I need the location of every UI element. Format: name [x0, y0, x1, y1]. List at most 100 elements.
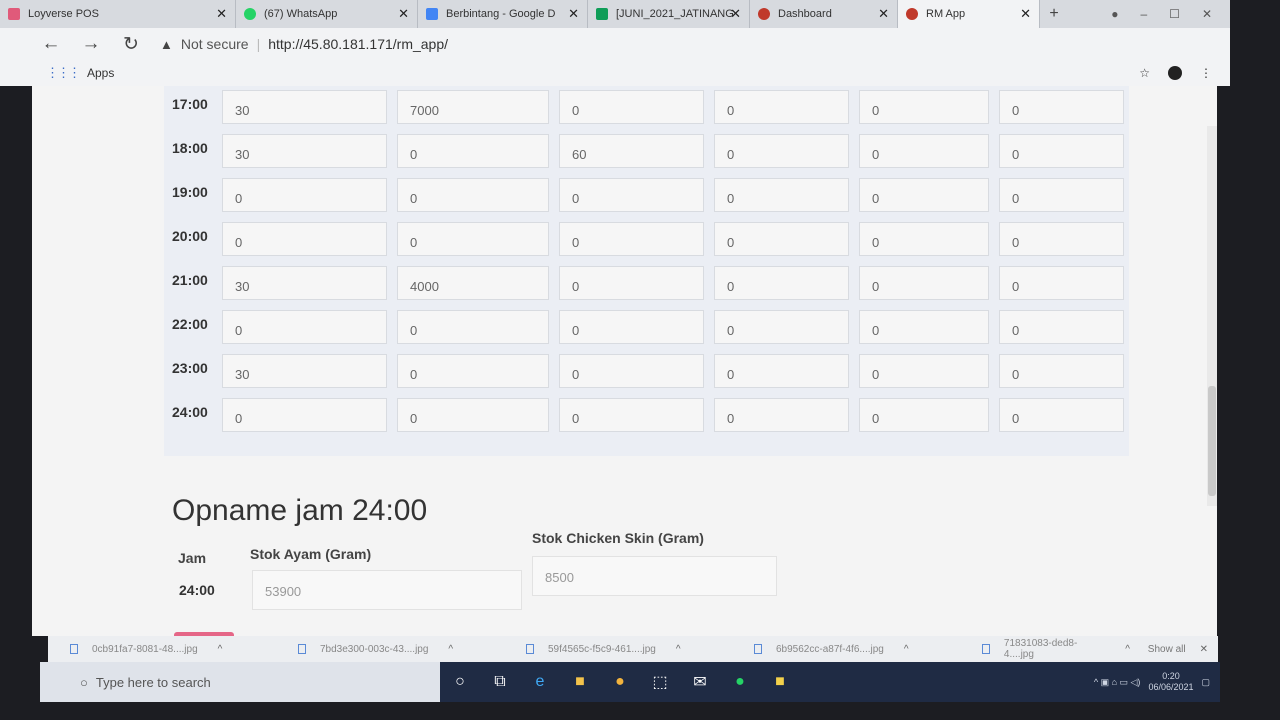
- close-icon[interactable]: ✕: [568, 6, 579, 22]
- file-explorer-icon[interactable]: ■: [560, 662, 600, 702]
- value-input[interactable]: 0: [714, 134, 849, 168]
- value-input[interactable]: 0: [397, 134, 549, 168]
- tab-google-docs[interactable]: Berbintang - Google D ✕: [418, 0, 588, 28]
- value-input[interactable]: 30: [222, 266, 387, 300]
- back-arrow-icon[interactable]: ←: [40, 33, 62, 55]
- show-all-link[interactable]: Show all: [1148, 644, 1200, 655]
- close-icon[interactable]: ✕: [878, 6, 889, 22]
- value-input[interactable]: 0: [999, 90, 1124, 124]
- download-item[interactable]: 59f4565c-f5c9-461....jpg ^: [504, 644, 732, 655]
- apps-grid-icon[interactable]: ⋮⋮⋮: [46, 65, 81, 81]
- chrome-icon[interactable]: ●: [600, 662, 640, 702]
- value-input[interactable]: 0: [859, 90, 989, 124]
- scrollbar[interactable]: [1207, 126, 1217, 506]
- value-input[interactable]: 0: [559, 354, 704, 388]
- scrollbar-thumb[interactable]: [1208, 386, 1216, 496]
- value-input[interactable]: 0: [559, 266, 704, 300]
- download-item[interactable]: 71831083-ded8-4....jpg ^: [960, 638, 1130, 660]
- chevron-up-icon[interactable]: ^: [676, 644, 681, 655]
- download-item[interactable]: 7bd3e300-003c-43....jpg ^: [276, 644, 504, 655]
- profile-indicator-icon[interactable]: ●: [1111, 7, 1118, 21]
- address-bar[interactable]: ▲ Not secure | http://45.80.181.171/rm_a…: [160, 36, 448, 52]
- window-close-icon[interactable]: ✕: [1202, 7, 1212, 21]
- value-input[interactable]: 0: [859, 134, 989, 168]
- forward-arrow-icon[interactable]: →: [80, 33, 102, 55]
- value-input[interactable]: 0: [222, 310, 387, 344]
- value-input[interactable]: 0: [859, 178, 989, 212]
- value-input[interactable]: 0: [859, 354, 989, 388]
- value-input[interactable]: 0: [714, 398, 849, 432]
- value-input[interactable]: 0: [559, 222, 704, 256]
- value-input[interactable]: 0: [222, 178, 387, 212]
- store-icon[interactable]: ⬚: [640, 662, 680, 702]
- value-input[interactable]: 0: [859, 310, 989, 344]
- value-input[interactable]: 30: [222, 90, 387, 124]
- value-input[interactable]: 30: [222, 354, 387, 388]
- value-input[interactable]: 0: [859, 398, 989, 432]
- value-input[interactable]: 0: [222, 398, 387, 432]
- taskbar-search-input[interactable]: ○ Type here to search: [40, 662, 440, 702]
- value-input[interactable]: 0: [397, 398, 549, 432]
- edge-icon[interactable]: e: [520, 662, 560, 702]
- new-tab-button[interactable]: +: [1040, 0, 1068, 28]
- value-input[interactable]: 0: [397, 178, 549, 212]
- tray-icons[interactable]: ^ ▣ ⌂ ▭ ◁): [1094, 677, 1141, 688]
- value-input[interactable]: 0: [397, 354, 549, 388]
- value-input[interactable]: 4000: [397, 266, 549, 300]
- value-input[interactable]: 0: [859, 266, 989, 300]
- whatsapp-icon[interactable]: ●: [720, 662, 760, 702]
- value-input[interactable]: 0: [999, 222, 1124, 256]
- minimize-icon[interactable]: –: [1140, 7, 1147, 21]
- value-input[interactable]: 0: [999, 398, 1124, 432]
- cortana-icon[interactable]: ○: [440, 662, 480, 702]
- value-input[interactable]: 0: [999, 266, 1124, 300]
- value-input[interactable]: 0: [999, 178, 1124, 212]
- chevron-up-icon[interactable]: ^: [218, 644, 223, 655]
- tab-rm-app[interactable]: RM App ✕: [898, 0, 1040, 28]
- value-input[interactable]: 0: [559, 398, 704, 432]
- clock[interactable]: 0:20 06/06/2021: [1148, 671, 1193, 693]
- reload-icon[interactable]: ↻: [120, 33, 142, 56]
- value-input[interactable]: 0: [999, 134, 1124, 168]
- value-input[interactable]: 0: [222, 222, 387, 256]
- close-icon[interactable]: ✕: [398, 6, 409, 22]
- value-input[interactable]: 0: [397, 310, 549, 344]
- value-input[interactable]: 0: [559, 178, 704, 212]
- apps-link[interactable]: Apps: [87, 66, 114, 80]
- value-input[interactable]: 0: [714, 222, 849, 256]
- value-input[interactable]: 0: [714, 266, 849, 300]
- value-input[interactable]: 30: [222, 134, 387, 168]
- value-input[interactable]: 0: [714, 354, 849, 388]
- mail-icon[interactable]: ✉: [680, 662, 720, 702]
- task-view-icon[interactable]: ⧉: [480, 662, 520, 702]
- star-icon[interactable]: ☆: [1139, 66, 1150, 80]
- value-input[interactable]: 0: [397, 222, 549, 256]
- avatar[interactable]: [1168, 66, 1182, 80]
- value-input[interactable]: 0: [714, 310, 849, 344]
- value-input[interactable]: 7000: [397, 90, 549, 124]
- notification-icon[interactable]: ▢: [1201, 677, 1210, 688]
- value-input[interactable]: 0: [559, 90, 704, 124]
- value-input[interactable]: 0: [859, 222, 989, 256]
- maximize-icon[interactable]: ☐: [1169, 7, 1180, 21]
- sticky-notes-icon[interactable]: ■: [760, 662, 800, 702]
- chevron-up-icon[interactable]: ^: [448, 644, 453, 655]
- close-icon[interactable]: ✕: [216, 6, 227, 22]
- tab-sheet[interactable]: [JUNI_2021_JATINANG ✕: [588, 0, 750, 28]
- download-item[interactable]: 6b9562cc-a87f-4f6....jpg ^: [732, 644, 960, 655]
- menu-dots-icon[interactable]: ⋮: [1200, 66, 1212, 80]
- value-input[interactable]: 0: [714, 90, 849, 124]
- tab-dashboard[interactable]: Dashboard ✕: [750, 0, 898, 28]
- close-icon[interactable]: ✕: [730, 6, 741, 22]
- value-input[interactable]: 0: [714, 178, 849, 212]
- chevron-up-icon[interactable]: ^: [904, 644, 909, 655]
- close-icon[interactable]: ✕: [1020, 6, 1031, 22]
- close-downloads-icon[interactable]: ✕: [1200, 644, 1218, 655]
- tab-whatsapp[interactable]: (67) WhatsApp ✕: [236, 0, 418, 28]
- tab-loyverse[interactable]: Loyverse POS ✕: [0, 0, 236, 28]
- stok-ayam-input[interactable]: 53900: [252, 570, 522, 610]
- chevron-up-icon[interactable]: ^: [1125, 644, 1130, 655]
- download-item[interactable]: 0cb91fa7-8081-48....jpg ^: [48, 644, 276, 655]
- value-input[interactable]: 0: [559, 310, 704, 344]
- value-input[interactable]: 0: [999, 354, 1124, 388]
